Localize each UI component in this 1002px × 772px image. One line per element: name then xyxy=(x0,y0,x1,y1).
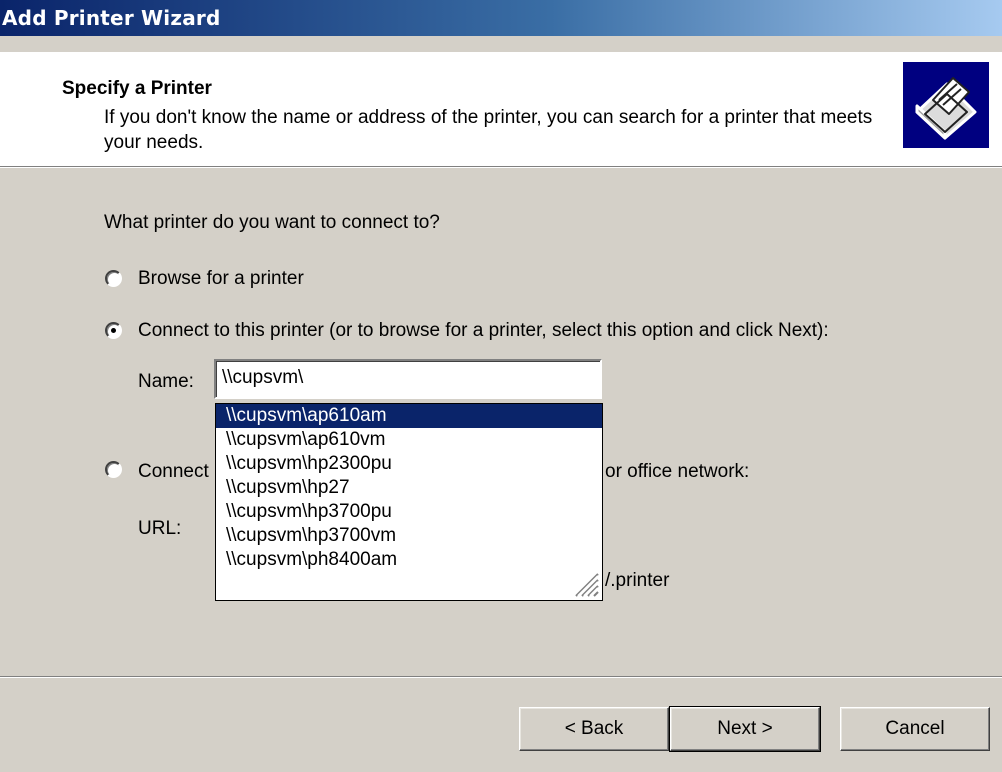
autocomplete-item[interactable]: \\cupsvm\hp3700vm xyxy=(216,524,602,548)
internet-radio-label[interactable]: Connect xyxy=(138,461,209,483)
name-label: Name: xyxy=(138,371,194,392)
url-label: URL: xyxy=(138,518,182,539)
internet-radio[interactable] xyxy=(105,461,122,478)
autocomplete-item[interactable]: \\cupsvm\ap610am xyxy=(216,404,602,428)
cancel-button[interactable]: Cancel xyxy=(840,707,990,751)
name-input[interactable] xyxy=(218,363,596,393)
autocomplete-dropdown[interactable]: \\cupsvm\ap610am \\cupsvm\ap610vm \\cups… xyxy=(215,403,603,601)
question-label: What printer do you want to connect to? xyxy=(104,212,440,233)
autocomplete-item[interactable]: \\cupsvm\hp27 xyxy=(216,476,602,500)
resize-grip-icon[interactable] xyxy=(570,568,600,598)
url-example-text: /.printer xyxy=(605,570,670,591)
back-button[interactable]: < Back xyxy=(519,707,669,751)
printer-icon xyxy=(903,62,989,148)
connect-radio[interactable] xyxy=(105,322,122,339)
page-subtitle: If you don't know the name or address of… xyxy=(104,107,873,153)
title-bar: Add Printer Wizard xyxy=(0,0,1002,36)
browse-radio[interactable] xyxy=(105,270,122,287)
next-button[interactable]: Next > xyxy=(669,706,821,752)
autocomplete-item[interactable]: \\cupsvm\ap610vm xyxy=(216,428,602,452)
internet-radio-label-rest: or office network: xyxy=(605,461,750,482)
autocomplete-item[interactable]: \\cupsvm\hp3700pu xyxy=(216,500,602,524)
autocomplete-item[interactable]: \\cupsvm\ph8400am xyxy=(216,548,602,572)
footer-divider-highlight xyxy=(0,677,1002,678)
header-divider-highlight xyxy=(0,167,1002,168)
browse-radio-label[interactable]: Browse for a printer xyxy=(138,268,304,290)
page-title: Specify a Printer xyxy=(62,78,212,99)
autocomplete-item[interactable]: \\cupsvm\hp2300pu xyxy=(216,452,602,476)
name-field[interactable] xyxy=(214,359,602,399)
connect-radio-label[interactable]: Connect to this printer (or to browse fo… xyxy=(138,320,829,342)
window-title: Add Printer Wizard xyxy=(2,6,221,30)
